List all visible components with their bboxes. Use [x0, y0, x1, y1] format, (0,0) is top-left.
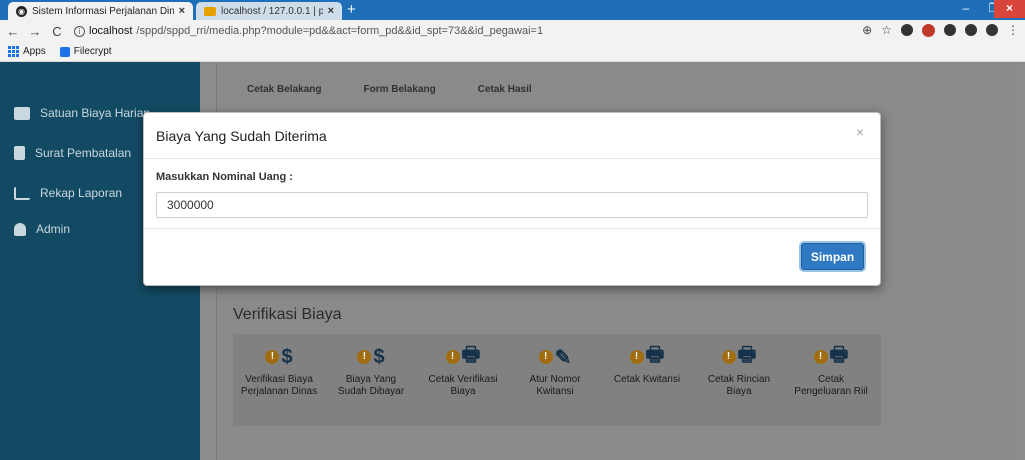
sidebar-item-label: Rekap Laporan	[40, 186, 123, 200]
tab-close-icon[interactable]: ×	[179, 5, 185, 17]
sidebar-item-label: Admin	[36, 222, 71, 236]
printer-icon: 🖶	[645, 344, 665, 366]
form-belakang-link[interactable]: Form Belakang	[363, 84, 435, 95]
action-label: Biaya Yang	[345, 374, 397, 385]
tab-title: localhost / 127.0.0.1 | phpMyAdm	[221, 5, 323, 17]
sidebar-item-satuan-biaya[interactable]: Satuan Biaya Harian	[14, 106, 150, 120]
sidebar-item-admin[interactable]: Admin	[14, 222, 70, 236]
sidebar-item-surat-pembatalan[interactable]: Surat Pembatalan	[14, 146, 131, 160]
cetak-belakang-link[interactable]: Cetak Belakang	[247, 84, 321, 95]
sidebar-item-label: Satuan Biaya Harian	[40, 106, 151, 120]
nominal-uang-label: Masukkan Nominal Uang :	[156, 171, 293, 183]
extension-icon[interactable]	[901, 24, 913, 36]
cetak-verifikasi-biaya-button[interactable]: ! 🖶 Cetak Verifikasi Biaya	[417, 334, 509, 426]
adblock-icon[interactable]	[922, 23, 935, 37]
warning-icon: !	[721, 350, 736, 364]
globe-icon: ◉	[16, 5, 27, 17]
reload-button[interactable]: C	[48, 24, 66, 39]
url-host: localhost	[89, 25, 133, 37]
cetak-hasil-link[interactable]: Cetak Hasil	[478, 84, 532, 95]
modal-footer: Simpan	[144, 229, 880, 285]
sidebar-item-rekap-laporan[interactable]: Rekap Laporan	[14, 186, 122, 200]
phpmyadmin-icon	[204, 6, 216, 16]
action-label: Cetak Kwitansi	[613, 374, 681, 385]
action-label: Sudah Dibayar	[337, 386, 405, 397]
dollar-icon: $	[373, 345, 385, 368]
action-label: Cetak Rincian	[707, 374, 771, 385]
atur-nomor-kwitansi-button[interactable]: ! ✎ Atur Nomor Kwitansi	[509, 334, 601, 426]
extension-toolbar: ⊕ ☆ ⋮	[862, 23, 1019, 37]
printer-icon: 🖶	[461, 344, 481, 366]
verifikasi-biaya-title: Verifikasi Biaya	[233, 306, 342, 323]
simpan-button[interactable]: Simpan	[801, 243, 864, 270]
modal-body: Masukkan Nominal Uang :	[144, 159, 880, 229]
bookmark-label: Apps	[23, 46, 46, 57]
filecrypt-icon	[59, 46, 70, 57]
back-button[interactable]: ←	[4, 24, 22, 39]
warning-icon: !	[357, 350, 372, 364]
printer-icon: 🖶	[829, 344, 849, 366]
verifikasi-biaya-perjalanan-button[interactable]: ! $ Verifikasi Biaya Perjalanan Dinas	[233, 334, 325, 426]
warning-icon: !	[445, 350, 460, 364]
tab-close-icon[interactable]: ×	[328, 5, 334, 17]
action-label: Verifikasi Biaya	[245, 374, 313, 385]
line-chart-icon	[14, 186, 30, 200]
warning-icon: !	[629, 350, 644, 364]
biaya-sudah-dibayar-button[interactable]: ! $ Biaya Yang Sudah Dibayar	[325, 334, 417, 426]
dollar-icon: $	[281, 345, 293, 368]
pencil-icon: ✎	[554, 346, 572, 369]
sidebar-item-label: Surat Pembatalan	[35, 146, 132, 160]
browser-tab-bar: ◉ Sistem Informasi Perjalanan Dina × loc…	[0, 0, 1025, 20]
money-icon	[14, 106, 30, 120]
menu-icon[interactable]: ⋮	[1007, 23, 1019, 37]
forward-button[interactable]: →	[26, 24, 44, 39]
action-label: Kwitansi	[536, 386, 574, 397]
action-label: Atur Nomor	[529, 374, 581, 385]
tab-title: Sistem Informasi Perjalanan Dina	[32, 5, 174, 17]
modal-header: Biaya Yang Sudah Diterima ×	[144, 113, 880, 159]
print-actions-row: Cetak Belakang Form Belakang Cetak Hasil	[247, 84, 532, 95]
bookmark-apps[interactable]: Apps	[8, 46, 46, 57]
nominal-uang-input[interactable]	[156, 192, 868, 218]
cetak-kwitansi-button[interactable]: ! 🖶 Cetak Kwitansi	[601, 334, 693, 426]
url-field[interactable]: i localhost/sppd/sppd_rri/media.php?modu…	[74, 25, 543, 37]
verifikasi-actions: ! $ Verifikasi Biaya Perjalanan Dinas ! $ B…	[233, 334, 881, 426]
warning-icon: !	[813, 350, 828, 364]
cetak-pengeluaran-riil-button[interactable]: ! 🖶 Cetak Pengeluaran Riil	[785, 334, 877, 426]
profile-icon[interactable]	[986, 24, 998, 36]
modal-title: Biaya Yang Sudah Diterima	[156, 127, 327, 144]
zoom-icon[interactable]: ⊕	[862, 23, 872, 37]
window-close-button[interactable]: ×	[994, 0, 1025, 18]
puzzle-icon[interactable]	[965, 24, 977, 36]
biaya-diterima-modal: Biaya Yang Sudah Diterima × Masukkan Nom…	[143, 112, 881, 286]
apps-grid-icon	[8, 46, 19, 57]
bookmarks-bar: Apps Filecrypt	[0, 42, 1025, 62]
new-tab-button[interactable]: +	[347, 2, 356, 18]
warning-icon: !	[265, 350, 280, 364]
action-label: Pengeluaran Riil	[794, 386, 868, 397]
modal-close-icon[interactable]: ×	[856, 124, 864, 140]
action-label: Biaya	[450, 386, 476, 397]
minimize-button[interactable]: –	[952, 0, 980, 18]
warning-icon: !	[538, 350, 553, 364]
address-bar: ← → C i localhost/sppd/sppd_rri/media.ph…	[0, 20, 1025, 42]
document-icon	[14, 146, 25, 160]
action-label: Perjalanan Dinas	[240, 386, 318, 397]
tab-sistem-informasi[interactable]: ◉ Sistem Informasi Perjalanan Dina ×	[8, 2, 193, 20]
cetak-rincian-biaya-button[interactable]: ! 🖶 Cetak Rincian Biaya	[693, 334, 785, 426]
user-icon	[14, 222, 26, 236]
action-label: Biaya	[726, 386, 752, 397]
action-label: Cetak Verifikasi	[428, 374, 498, 385]
action-label: Cetak	[817, 374, 845, 385]
printer-icon: 🖶	[737, 344, 757, 366]
bookmark-filecrypt[interactable]: Filecrypt	[59, 46, 112, 57]
bookmark-label: Filecrypt	[73, 46, 112, 57]
extension-icon[interactable]	[944, 24, 956, 36]
url-path: /sppd/sppd_rri/media.php?module=pd&&act=…	[136, 25, 544, 37]
tab-phpmyadmin[interactable]: localhost / 127.0.0.1 | phpMyAdm ×	[196, 2, 342, 20]
bookmark-star-icon[interactable]: ☆	[881, 23, 892, 37]
info-icon[interactable]: i	[74, 25, 85, 37]
